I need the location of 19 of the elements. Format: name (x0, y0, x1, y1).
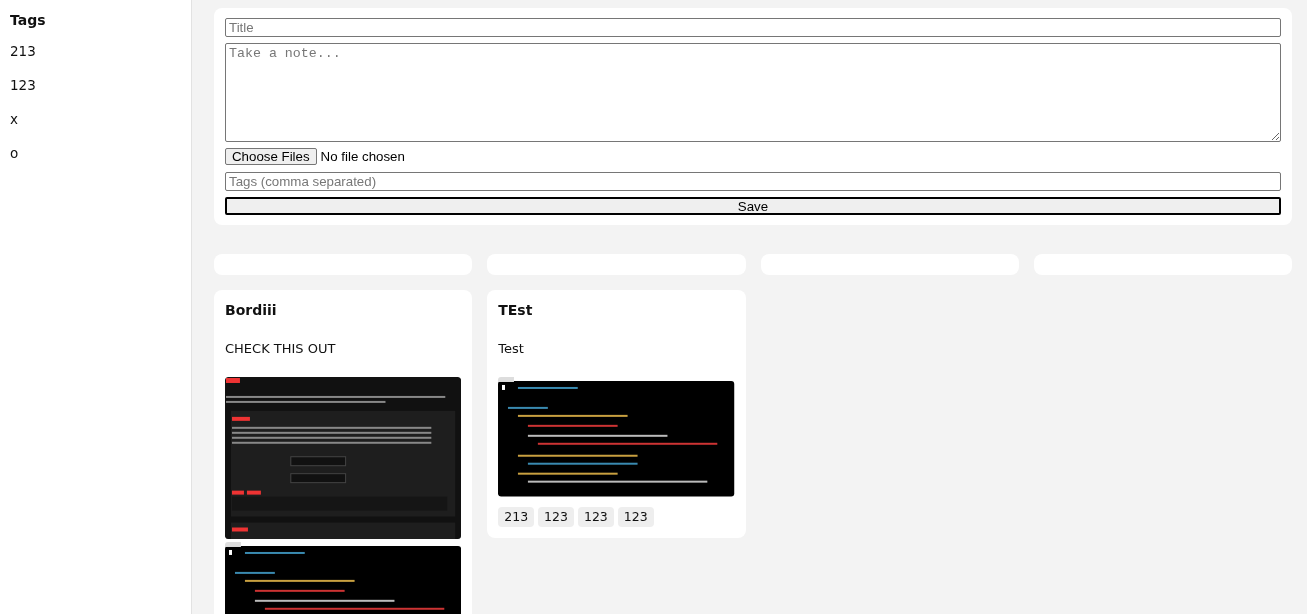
note-field[interactable]: Take a note... (225, 43, 1281, 142)
tag-chip[interactable]: 123 (538, 506, 574, 527)
file-status: No file chosen (320, 149, 405, 164)
sidebar-heading: Tags (10, 12, 47, 28)
tag-item[interactable]: 123 (10, 76, 181, 95)
note-title: TEst (498, 301, 534, 319)
save-button[interactable]: Save (225, 197, 1281, 215)
title-field[interactable]: Title (225, 18, 1281, 37)
tag-item[interactable]: x (10, 110, 181, 129)
note-content: CHECK THIS OUT (225, 340, 337, 358)
choose-files-button[interactable]: Choose Files (225, 148, 317, 165)
tags-field[interactable]: Tags (comma separated) (225, 172, 1281, 191)
tag-chip[interactable]: 123 (617, 506, 654, 527)
note-title: Bordiii (225, 301, 278, 319)
tag-item[interactable]: o (10, 144, 181, 163)
tag-chip[interactable]: 123 (577, 506, 614, 527)
tag-chip[interactable]: 213 (498, 506, 535, 527)
tag-item[interactable]: 213 (10, 42, 181, 61)
note-content: Test (498, 340, 525, 358)
